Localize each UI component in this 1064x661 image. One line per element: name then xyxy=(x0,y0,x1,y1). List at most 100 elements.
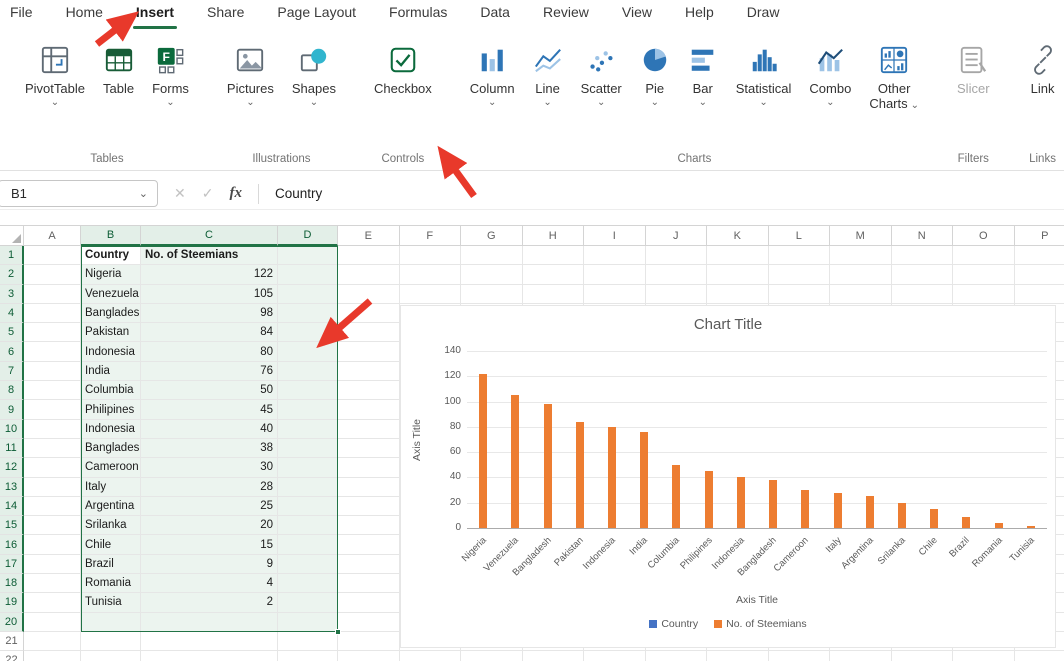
row-header-4[interactable]: 4 xyxy=(0,303,24,324)
cell-D17[interactable] xyxy=(278,554,338,575)
cell-D8[interactable] xyxy=(278,381,338,401)
ribbon-button-bar[interactable]: Bar ⌄ xyxy=(679,41,727,111)
cell-I22[interactable] xyxy=(584,651,646,661)
column-header-I[interactable]: I xyxy=(584,225,646,246)
cell-G2[interactable] xyxy=(461,265,523,285)
cell-F2[interactable] xyxy=(399,265,461,285)
cell-J2[interactable] xyxy=(645,265,707,285)
row-header-1[interactable]: 1 xyxy=(0,246,24,266)
cell-J1[interactable] xyxy=(645,246,707,266)
cell-A3[interactable] xyxy=(24,284,81,304)
legend-item-no.-of-steemians[interactable]: No. of Steemians xyxy=(714,618,807,630)
cell-G22[interactable] xyxy=(461,651,523,661)
chart-bar-pakistan[interactable] xyxy=(575,421,584,528)
cell-L2[interactable] xyxy=(768,265,830,285)
cell-N3[interactable] xyxy=(891,284,953,304)
cell-L22[interactable] xyxy=(768,651,830,661)
cell-E18[interactable] xyxy=(338,574,400,594)
chevron-down-icon[interactable]: ⌄ xyxy=(699,97,707,107)
chart-bar-nigeria[interactable] xyxy=(479,373,488,528)
cell-E20[interactable] xyxy=(338,612,400,632)
cell-C22[interactable] xyxy=(141,651,278,661)
row-header-20[interactable]: 20 xyxy=(0,612,24,632)
cell-D5[interactable] xyxy=(278,323,338,343)
cell-E16[interactable] xyxy=(338,535,400,555)
cell-C2[interactable]: 122 xyxy=(141,265,278,285)
ribbon-button-shapes[interactable]: Shapes ⌄ xyxy=(283,41,345,111)
cell-B11[interactable]: Banglades xyxy=(81,438,141,459)
cell-M22[interactable] xyxy=(830,651,892,661)
cell-G3[interactable] xyxy=(461,284,523,304)
chart-bar-india[interactable] xyxy=(640,431,649,528)
menu-tab-insert[interactable]: Insert xyxy=(132,4,178,29)
cell-P22[interactable] xyxy=(1014,651,1064,661)
chart-bar-indonesia[interactable] xyxy=(736,477,745,528)
column-header-G[interactable]: G xyxy=(461,225,523,246)
row-header-5[interactable]: 5 xyxy=(0,323,24,343)
cell-F3[interactable] xyxy=(399,284,461,304)
cell-A8[interactable] xyxy=(24,381,81,401)
cell-B3[interactable]: Venezuela xyxy=(81,284,141,304)
cell-C13[interactable]: 28 xyxy=(141,477,278,497)
cell-D14[interactable] xyxy=(278,496,338,517)
cell-A17[interactable] xyxy=(24,554,81,575)
cell-C10[interactable]: 40 xyxy=(141,419,278,439)
cell-A15[interactable] xyxy=(24,516,81,536)
y-axis-title[interactable]: Axis Title xyxy=(411,418,423,460)
ribbon-button-pie[interactable]: Pie ⌄ xyxy=(631,41,679,111)
cell-K22[interactable] xyxy=(707,651,769,661)
row-header-17[interactable]: 17 xyxy=(0,554,24,575)
cell-E3[interactable] xyxy=(338,284,400,304)
row-header-15[interactable]: 15 xyxy=(0,516,24,536)
menu-tab-review[interactable]: Review xyxy=(543,4,589,25)
cell-B4[interactable]: Banglades xyxy=(81,303,141,324)
ribbon-button-column[interactable]: Column ⌄ xyxy=(461,41,524,111)
chart-title[interactable]: Chart Title xyxy=(401,316,1055,333)
cell-E19[interactable] xyxy=(338,593,400,613)
chevron-down-icon[interactable]: ⌄ xyxy=(246,97,254,107)
cell-F1[interactable] xyxy=(399,246,461,266)
cell-E4[interactable] xyxy=(338,303,400,324)
row-header-2[interactable]: 2 xyxy=(0,265,24,285)
cell-O2[interactable] xyxy=(953,265,1015,285)
row-header-6[interactable]: 6 xyxy=(0,342,24,362)
cell-D9[interactable] xyxy=(278,400,338,420)
cell-A4[interactable] xyxy=(24,303,81,324)
cell-A6[interactable] xyxy=(24,342,81,362)
column-header-B[interactable]: B xyxy=(81,225,141,246)
cell-M3[interactable] xyxy=(830,284,892,304)
cell-D19[interactable] xyxy=(278,593,338,613)
cell-B15[interactable]: Srilanka xyxy=(81,516,141,536)
cell-C12[interactable]: 30 xyxy=(141,458,278,478)
menu-tab-view[interactable]: View xyxy=(622,4,652,25)
cell-E5[interactable] xyxy=(338,323,400,343)
cell-N2[interactable] xyxy=(891,265,953,285)
column-header-N[interactable]: N xyxy=(891,225,953,246)
select-all-corner[interactable] xyxy=(0,225,24,246)
cell-C9[interactable]: 45 xyxy=(141,400,278,420)
column-header-E[interactable]: E xyxy=(338,225,400,246)
cell-M1[interactable] xyxy=(830,246,892,266)
cell-E6[interactable] xyxy=(338,342,400,362)
cell-E12[interactable] xyxy=(338,458,400,478)
cell-B9[interactable]: Philipines xyxy=(81,400,141,420)
cell-J22[interactable] xyxy=(645,651,707,661)
cell-B17[interactable]: Brazil xyxy=(81,554,141,575)
ribbon-button-link[interactable]: Link xyxy=(1019,41,1064,101)
cell-E1[interactable] xyxy=(338,246,400,266)
chevron-down-icon[interactable]: ⌄ xyxy=(139,187,148,200)
row-header-7[interactable]: 7 xyxy=(0,361,24,382)
ribbon-button-statistical[interactable]: Statistical ⌄ xyxy=(727,41,801,111)
cell-B6[interactable]: Indonesia xyxy=(81,342,141,362)
cell-A21[interactable] xyxy=(24,631,81,652)
cell-N22[interactable] xyxy=(891,651,953,661)
cell-D21[interactable] xyxy=(278,631,338,652)
column-header-M[interactable]: M xyxy=(830,225,892,246)
cell-D13[interactable] xyxy=(278,477,338,497)
cell-B10[interactable]: Indonesia xyxy=(81,419,141,439)
chart-bar-tunisia[interactable] xyxy=(1026,525,1035,528)
x-axis-title[interactable]: Axis Title xyxy=(727,594,787,606)
chevron-down-icon[interactable]: ⌄ xyxy=(310,97,318,107)
chart-bar-columbia[interactable] xyxy=(672,464,681,528)
cell-A14[interactable] xyxy=(24,496,81,517)
